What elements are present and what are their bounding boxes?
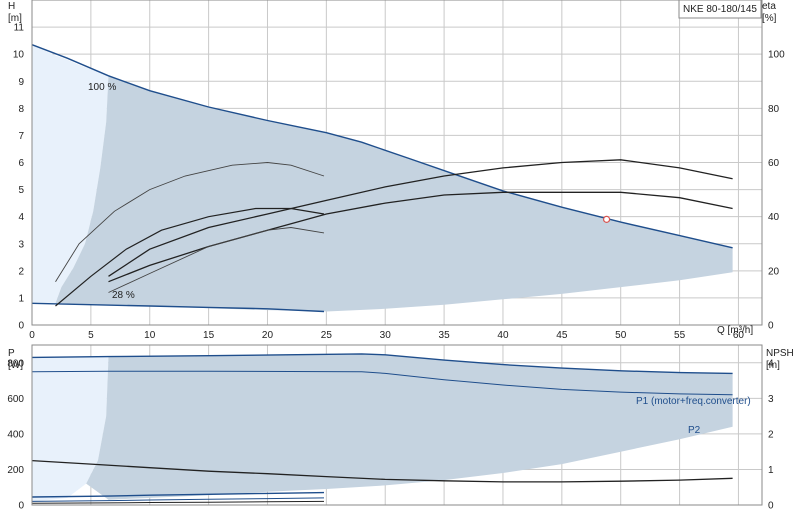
npsh-tick-label: 3 (768, 394, 774, 405)
power-curve-min-npsh (31, 500, 325, 504)
x-tick-label: 15 (203, 330, 215, 341)
y-tick-label: 1 (18, 293, 24, 304)
title-box: NKE 80-180/145 (678, 0, 762, 19)
power-axis-label: P [W] (8, 348, 23, 371)
y-tick-label: 5 (18, 185, 24, 196)
eta-axis-label: eta [%] (762, 1, 777, 24)
y2-tick-label: 100 (768, 50, 785, 61)
y-tick-label: 6 (18, 158, 24, 169)
p2-label: P2 (688, 425, 701, 436)
y2-tick-label: 60 (768, 158, 780, 169)
npsh-tick-label: 2 (768, 429, 774, 440)
y-tick-label: 10 (13, 50, 25, 61)
y-tick-label: 11 (14, 23, 25, 34)
y-tick-label: 7 (18, 131, 24, 142)
x-tick-label: 45 (556, 330, 568, 341)
p-tick-label: 600 (7, 394, 24, 405)
p-tick-label: 200 (7, 465, 24, 476)
y-tick-label: 4 (18, 212, 24, 223)
max-speed-label: 100 % (88, 82, 116, 93)
npsh-tick-label: 1 (768, 465, 774, 476)
x-tick-label: 50 (615, 330, 627, 341)
duty-point-marker[interactable] (602, 215, 611, 223)
p-tick-label: 400 (7, 429, 24, 440)
chart-title: NKE 80-180/145 (683, 4, 757, 15)
min-speed-label: 28 % (112, 290, 135, 301)
pump-curve-chart: 0 5 10 15 20 25 30 35 40 45 50 55 600123456789101102… (7, 0, 794, 512)
y2-tick-label: 80 (768, 104, 780, 115)
y2-tick-label: 40 (768, 212, 780, 223)
x-tick-label: 5 (88, 330, 94, 341)
head-axis-label: H [m] (8, 1, 22, 24)
p-tick-label: 0 (18, 501, 24, 512)
x-tick-label: 55 (674, 330, 686, 341)
flow-axis-label: Q [m³/h] (717, 325, 753, 336)
npsh-tick-label: 0 (768, 501, 774, 512)
power-curve-min-p2 (31, 497, 325, 502)
y2-tick-label: 20 (768, 266, 780, 277)
x-tick-label: 35 (439, 330, 451, 341)
power-panel: 020040060080001234 (7, 344, 774, 512)
p1-label: P1 (motor+freq.converter) (636, 396, 751, 407)
y-tick-label: 3 (18, 239, 24, 250)
x-tick-label: 25 (321, 330, 333, 341)
y-tick-label: 0 (18, 321, 24, 332)
y-tick-label: 2 (18, 266, 24, 277)
x-tick-label: 30 (380, 330, 392, 341)
npsh-axis-label: NPSH [m] (766, 348, 794, 371)
x-tick-label: 20 (262, 330, 274, 341)
x-tick-label: 0 (29, 330, 35, 341)
y-tick-label: 9 (18, 77, 24, 88)
x-tick-label: 40 (497, 330, 509, 341)
x-tick-label: 10 (144, 330, 156, 341)
y2-tick-label: 0 (768, 321, 774, 332)
y-tick-label: 8 (18, 104, 24, 115)
